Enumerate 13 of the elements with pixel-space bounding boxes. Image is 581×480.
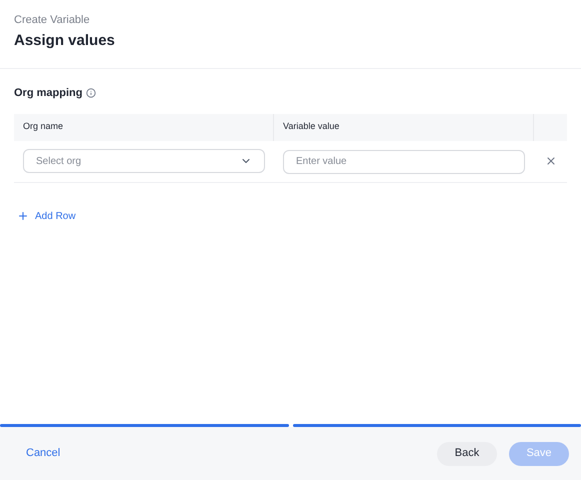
org-select[interactable]: Select org [23, 149, 265, 173]
remove-row-button[interactable] [544, 155, 556, 167]
section-label: Org mapping [14, 86, 82, 101]
column-header: Org name [23, 120, 64, 134]
dialog-subtitle: Create Variable [14, 14, 91, 27]
info-icon [86, 88, 96, 98]
plus-icon [17, 210, 29, 222]
cancel-link[interactable]: Cancel [12, 445, 74, 462]
dialog-title: Assign values [14, 32, 116, 50]
column-header: Variable value [283, 120, 340, 134]
back-button[interactable]: Back [437, 442, 497, 466]
value-input[interactable]: Enter value [283, 150, 525, 174]
add-row-button[interactable]: Add Row [17, 208, 76, 224]
